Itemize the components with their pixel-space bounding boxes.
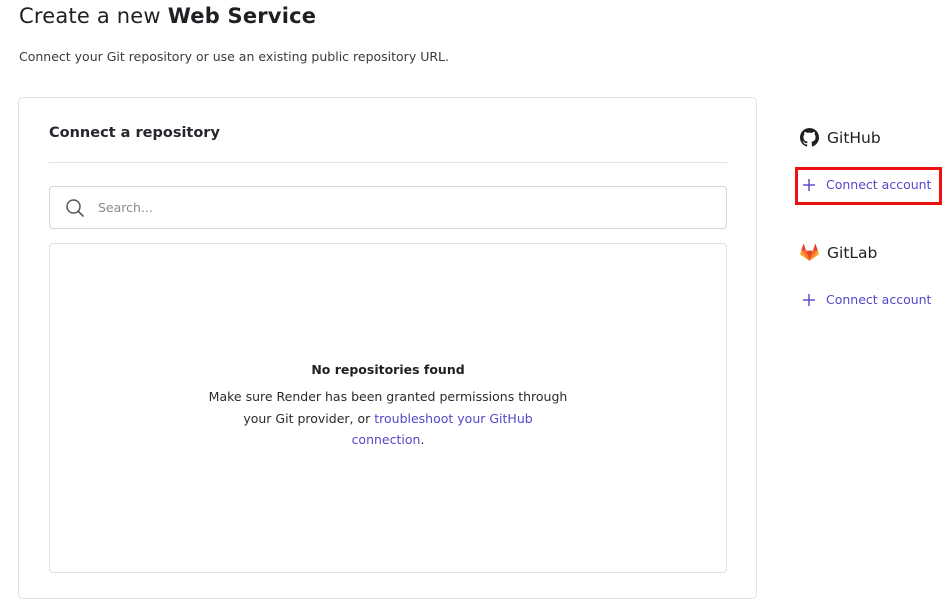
empty-state-text-after: . <box>420 432 425 447</box>
page-title: Create a new Web Service <box>19 4 316 28</box>
card-divider <box>49 162 727 163</box>
gitlab-connect-account-label: Connect account <box>826 292 932 307</box>
empty-state: No repositories found Make sure Render h… <box>50 362 726 451</box>
repository-search-box[interactable] <box>49 186 727 229</box>
search-icon <box>66 199 84 217</box>
page-title-prefix: Create a new <box>19 4 168 28</box>
troubleshoot-github-link[interactable]: troubleshoot your GitHub connection <box>352 411 533 448</box>
highlight-box <box>795 167 942 205</box>
provider-gitlab: GitLab <box>800 243 877 262</box>
github-icon <box>800 128 819 147</box>
repository-search-input[interactable] <box>96 187 700 228</box>
empty-state-title: No repositories found <box>311 362 465 377</box>
plus-icon <box>803 293 815 306</box>
gitlab-connect-account-button[interactable]: Connect account <box>802 292 931 307</box>
connect-repository-card: Connect a repository No repositories fou… <box>18 97 757 599</box>
gitlab-icon <box>800 244 819 262</box>
repository-list-panel: No repositories found Make sure Render h… <box>49 243 727 573</box>
card-title: Connect a repository <box>49 125 220 141</box>
empty-state-text: Make sure Render has been granted permis… <box>208 386 568 451</box>
provider-gitlab-name: GitLab <box>827 243 878 262</box>
provider-github: GitHub <box>800 128 881 147</box>
provider-github-name: GitHub <box>827 128 881 147</box>
page-title-emphasis: Web Service <box>167 4 317 28</box>
page-subtitle: Connect your Git repository or use an ex… <box>19 49 449 64</box>
